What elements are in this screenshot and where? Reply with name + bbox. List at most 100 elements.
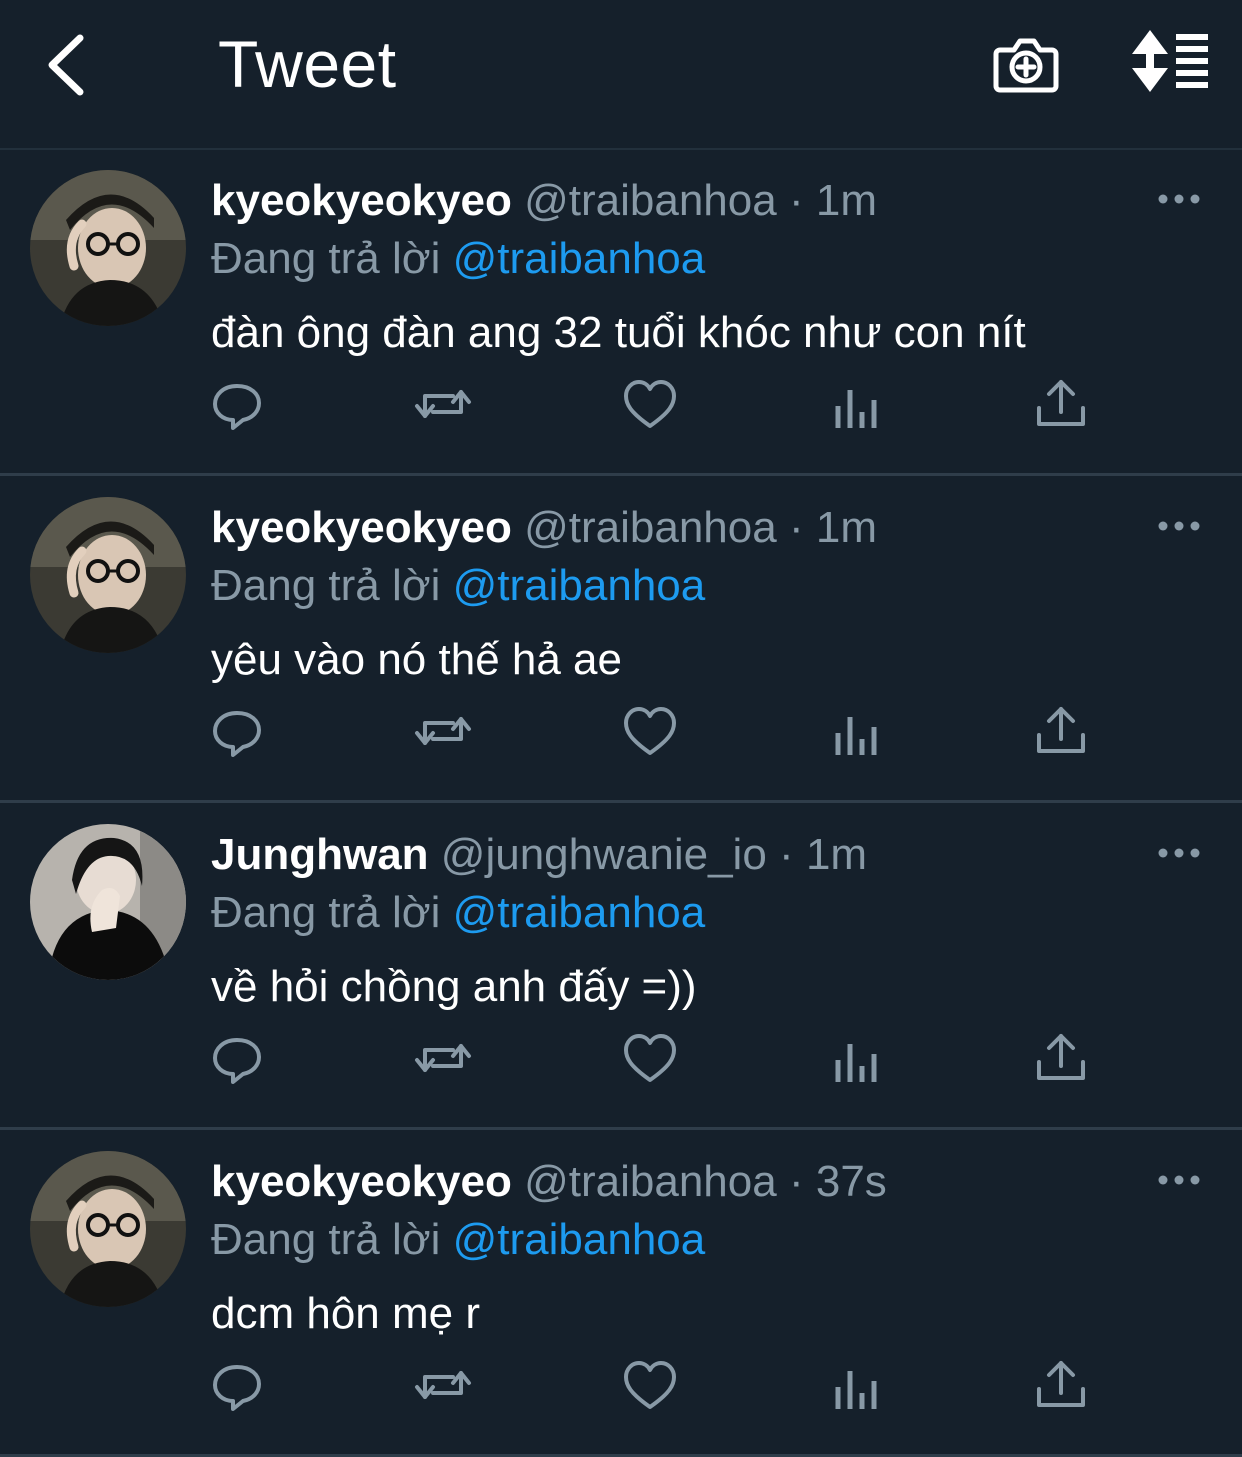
camera-add-icon — [993, 38, 1059, 93]
tweet-text: yêu vào nó thế hả ae — [211, 635, 622, 684]
tweet-item[interactable]: kyeokyeokyeo @traibanhoa · 37s Đang trả … — [0, 1131, 1242, 1457]
reply-context: Đang trả lời @traibanhoa — [211, 561, 705, 611]
retweet-button[interactable] — [413, 1030, 473, 1086]
like-button[interactable] — [620, 703, 680, 759]
avatar[interactable] — [30, 497, 186, 653]
reply-button[interactable] — [207, 376, 267, 432]
reply-button[interactable] — [207, 1030, 267, 1086]
like-button[interactable] — [620, 1030, 680, 1086]
retweet-button[interactable] — [413, 703, 473, 759]
retweet-icon — [415, 1044, 471, 1072]
tweet-item[interactable]: kyeokyeokyeo @traibanhoa · 1m Đang trả l… — [0, 150, 1242, 476]
tweet-actions — [0, 1357, 1242, 1417]
author-handle[interactable]: @traibanhoa — [524, 503, 777, 552]
analytics-button[interactable] — [826, 376, 886, 432]
author-name[interactable]: kyeokyeokyeo — [211, 503, 512, 552]
page-title: Tweet — [218, 27, 397, 101]
sort-button[interactable] — [1128, 28, 1212, 94]
meta-separator: · — [788, 176, 804, 225]
share-icon — [1037, 1034, 1085, 1080]
tweet-meta: kyeokyeokyeo @traibanhoa · 1m — [211, 503, 877, 553]
more-options-button[interactable] — [1156, 517, 1202, 535]
reply-mention[interactable]: @traibanhoa — [453, 1215, 706, 1264]
retweet-icon — [415, 390, 471, 418]
like-button[interactable] — [620, 376, 680, 432]
avatar[interactable] — [30, 170, 186, 326]
tweet-time: 1m — [815, 176, 877, 225]
retweet-icon — [415, 717, 471, 745]
tweet-text: về hỏi chồng anh đấy =)) — [211, 962, 697, 1011]
analytics-button[interactable] — [826, 703, 886, 759]
reply-icon — [213, 711, 261, 757]
avatar-glasses — [30, 170, 186, 326]
tweet-meta: Junghwan @junghwanie_io · 1m — [211, 830, 867, 880]
like-icon — [624, 1034, 676, 1082]
share-icon — [1037, 380, 1085, 426]
share-icon — [1037, 707, 1085, 753]
reply-mention[interactable]: @traibanhoa — [453, 888, 706, 937]
share-button[interactable] — [1031, 376, 1091, 432]
retweet-button[interactable] — [413, 376, 473, 432]
reply-context: Đang trả lời @traibanhoa — [211, 888, 705, 938]
sort-icon — [1132, 30, 1208, 92]
share-button[interactable] — [1031, 1030, 1091, 1086]
reply-prefix: Đang trả lời — [211, 561, 441, 610]
analytics-button[interactable] — [826, 1030, 886, 1086]
meta-separator: · — [788, 1157, 804, 1206]
share-button[interactable] — [1031, 1357, 1091, 1413]
top-bar: Tweet — [0, 0, 1242, 148]
retweet-button[interactable] — [413, 1357, 473, 1413]
tweet-divider — [0, 1127, 1242, 1130]
reply-prefix: Đang trả lời — [211, 234, 441, 283]
tweet-divider — [0, 800, 1242, 803]
author-name[interactable]: kyeokyeokyeo — [211, 1157, 512, 1206]
tweet-time: 37s — [815, 1157, 887, 1206]
more-icon — [1158, 194, 1200, 204]
share-button[interactable] — [1031, 703, 1091, 759]
author-handle[interactable]: @traibanhoa — [524, 1157, 777, 1206]
share-icon — [1037, 1361, 1085, 1407]
reply-button[interactable] — [207, 703, 267, 759]
analytics-icon — [835, 1044, 877, 1082]
tweet-meta: kyeokyeokyeo @traibanhoa · 1m — [211, 176, 877, 226]
reply-context: Đang trả lời @traibanhoa — [211, 1215, 705, 1265]
more-icon — [1158, 521, 1200, 531]
reply-prefix: Đang trả lời — [211, 888, 441, 937]
tweet-text: đàn ông đàn ang 32 tuổi khóc như con nít — [211, 308, 1026, 357]
like-icon — [624, 1361, 676, 1409]
tweet-meta: kyeokyeokyeo @traibanhoa · 37s — [211, 1157, 887, 1207]
avatar-dark — [30, 824, 186, 980]
author-handle[interactable]: @junghwanie_io — [441, 830, 767, 879]
tweet-text: dcm hôn mẹ r — [211, 1289, 480, 1338]
camera-button[interactable] — [990, 28, 1062, 98]
more-options-button[interactable] — [1156, 190, 1202, 208]
back-button[interactable] — [36, 30, 100, 100]
reply-prefix: Đang trả lời — [211, 1215, 441, 1264]
reply-mention[interactable]: @traibanhoa — [453, 561, 706, 610]
tweet-divider — [0, 473, 1242, 476]
author-name[interactable]: Junghwan — [211, 830, 429, 879]
author-name[interactable]: kyeokyeokyeo — [211, 176, 512, 225]
more-options-button[interactable] — [1156, 844, 1202, 862]
reply-mention[interactable]: @traibanhoa — [453, 234, 706, 283]
analytics-icon — [835, 390, 877, 428]
analytics-icon — [835, 717, 877, 755]
more-options-button[interactable] — [1156, 1171, 1202, 1189]
tweet-item[interactable]: kyeokyeokyeo @traibanhoa · 1m Đang trả l… — [0, 477, 1242, 803]
analytics-button[interactable] — [826, 1357, 886, 1413]
author-handle[interactable]: @traibanhoa — [524, 176, 777, 225]
tweet-actions — [0, 376, 1242, 436]
meta-separator: · — [788, 503, 804, 552]
like-icon — [624, 707, 676, 755]
tweet-item[interactable]: Junghwan @junghwanie_io · 1m Đang trả lờ… — [0, 804, 1242, 1130]
like-button[interactable] — [620, 1357, 680, 1413]
analytics-icon — [835, 1371, 877, 1409]
tweet-time: 1m — [815, 503, 877, 552]
avatar-glasses — [30, 1151, 186, 1307]
tweet-time: 1m — [805, 830, 868, 879]
avatar[interactable] — [30, 1151, 186, 1307]
reply-button[interactable] — [207, 1357, 267, 1413]
retweet-icon — [415, 1371, 471, 1399]
avatar[interactable] — [30, 824, 186, 980]
meta-separator: · — [779, 830, 794, 879]
